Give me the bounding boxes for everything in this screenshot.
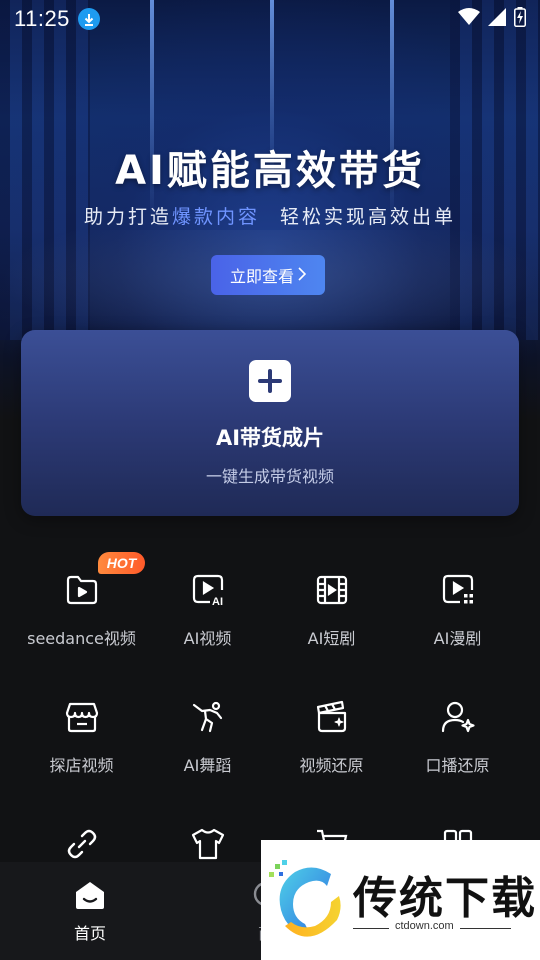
hero-subtitle-suffix: 轻松实现高效出单	[280, 206, 457, 228]
shirt-swap-icon	[188, 824, 228, 864]
dancer-icon	[188, 697, 228, 737]
grid-item-label: 口播还原	[425, 756, 490, 775]
link-icon	[62, 824, 102, 864]
wifi-icon	[458, 8, 480, 30]
folder-play-icon	[62, 570, 102, 610]
hero-subtitle: 助力打造爆款内容 轻松实现高效出单	[0, 202, 540, 229]
watermark-brand: 传统下载	[353, 873, 537, 924]
status-time: 11:25	[14, 6, 70, 31]
watermark-url: ctdown.com	[389, 920, 460, 932]
grid-item-seedance-video[interactable]: seedance视频	[14, 570, 149, 680]
hero-title: AI赋能高效带货	[115, 148, 425, 194]
grid-item-voiceover-restore[interactable]: 口播还原	[390, 697, 525, 807]
svg-text:AI: AI	[212, 596, 223, 608]
grid-item-ai-video[interactable]: AI AI视频	[140, 570, 275, 680]
view-now-label: 立即查看	[229, 267, 294, 286]
comic-video-icon	[438, 570, 478, 610]
grid-item-label: seedance视频	[27, 629, 136, 648]
status-bar: 11:25	[0, 0, 540, 38]
download-icon	[77, 8, 100, 30]
home-icon	[74, 882, 106, 914]
chevron-right-icon	[298, 266, 307, 285]
grid-item-label: AI舞蹈	[183, 756, 232, 775]
film-strip-icon	[312, 570, 352, 610]
clapperboard-icon	[312, 697, 352, 737]
grid-item-store-visit-video[interactable]: 探店视频	[14, 697, 149, 807]
watermark-logo: 传统下载 ctdown.com	[261, 840, 540, 960]
battery-icon	[514, 7, 526, 31]
card-subtitle: 一键生成带货视频	[205, 467, 334, 486]
grid-item-label: 视频还原	[299, 756, 364, 775]
nav-item-home[interactable]: 首页	[60, 880, 120, 944]
grid-item-label: AI视频	[183, 629, 232, 648]
grid-item-ai-dance[interactable]: AI舞蹈	[140, 697, 275, 807]
watermark-emblem-icon	[269, 860, 341, 937]
grid-item-ai-comic-drama[interactable]: AI漫剧	[390, 570, 525, 680]
nav-home-label: 首页	[73, 924, 106, 943]
grid-item-ai-short-drama[interactable]: AI短剧	[264, 570, 399, 680]
storefront-icon	[62, 697, 102, 737]
hot-badge: HOT	[98, 552, 145, 574]
card-title: AI带货成片	[215, 426, 325, 450]
signal-icon	[488, 8, 506, 30]
grid-item-video-restore[interactable]: 视频还原	[264, 697, 399, 807]
person-sparkle-icon	[438, 697, 478, 737]
hero-subtitle-highlight: 爆款内容	[171, 206, 260, 228]
hero-subtitle-prefix: 助力打造	[83, 206, 172, 228]
plus-icon	[249, 360, 291, 402]
grid-item-label: 探店视频	[49, 756, 114, 775]
grid-item-label: AI短剧	[307, 629, 356, 648]
ai-product-video-card[interactable]: AI带货成片 一键生成带货视频	[21, 330, 519, 516]
grid-item-label: AI漫剧	[433, 629, 482, 648]
ai-video-icon: AI	[188, 570, 228, 610]
view-now-button[interactable]: 立即查看	[211, 255, 325, 295]
